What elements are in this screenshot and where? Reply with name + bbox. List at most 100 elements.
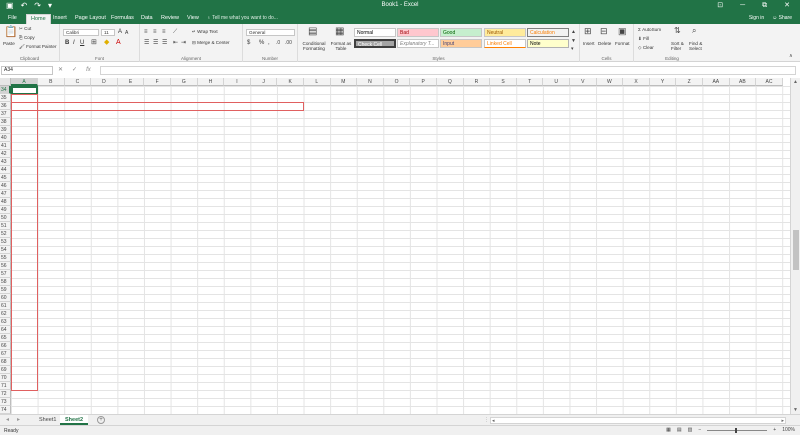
grow-font-button[interactable]: A — [118, 29, 122, 35]
column-header[interactable]: S — [490, 78, 517, 86]
column-header[interactable]: AA — [703, 78, 730, 86]
row-header[interactable]: 70 — [0, 374, 11, 382]
row-header[interactable]: 43 — [0, 158, 11, 166]
insert-cells-button[interactable]: Insert — [583, 41, 595, 46]
sheet-tab-sheet1[interactable]: Sheet1 — [34, 415, 61, 425]
row-header[interactable]: 38 — [0, 118, 11, 126]
zoom-level[interactable]: 100% — [782, 427, 795, 433]
row-header[interactable]: 57 — [0, 270, 11, 278]
column-header[interactable]: B — [38, 78, 65, 86]
column-header[interactable]: H — [197, 78, 225, 86]
row-header[interactable]: 44 — [0, 166, 11, 174]
cancel-icon[interactable]: ✕ — [58, 66, 63, 75]
column-header[interactable]: R — [463, 78, 491, 86]
row-header[interactable]: 52 — [0, 230, 11, 238]
align-middle-icon[interactable]: ≡ — [153, 28, 157, 36]
row-header[interactable]: 42 — [0, 150, 11, 158]
increase-decimal-icon[interactable]: .0 — [276, 39, 280, 47]
column-header[interactable]: A — [11, 78, 38, 86]
outdent-icon[interactable]: ⇥ — [181, 39, 186, 47]
row-header[interactable]: 61 — [0, 302, 11, 310]
column-header[interactable]: D — [91, 78, 118, 86]
row-header[interactable]: 37 — [0, 110, 11, 118]
row-header[interactable]: 40 — [0, 134, 11, 142]
column-header[interactable]: T — [516, 78, 544, 86]
row-header[interactable]: 72 — [0, 390, 11, 398]
column-header[interactable]: E — [117, 78, 145, 86]
next-sheet-icon[interactable]: ▸ — [17, 416, 20, 423]
tab-formulas[interactable]: Formulas — [107, 14, 138, 23]
row-header[interactable]: 66 — [0, 342, 11, 350]
decrease-decimal-icon[interactable]: .00 — [285, 39, 292, 47]
format-cells-icon[interactable]: ▣ — [618, 27, 627, 36]
vertical-scroll-thumb[interactable] — [793, 230, 799, 270]
cut-button[interactable]: ✂ Cut — [19, 26, 31, 32]
row-header[interactable]: 69 — [0, 366, 11, 374]
column-header[interactable]: Y — [649, 78, 677, 86]
styles-more-icon[interactable]: ▾ — [571, 45, 574, 53]
column-header[interactable]: M — [330, 78, 358, 86]
format-as-table-button[interactable]: Format as Table — [329, 41, 353, 51]
tab-page-layout[interactable]: Page Layout — [71, 14, 110, 23]
row-header[interactable]: 65 — [0, 334, 11, 342]
zoom-in-button[interactable]: + — [773, 427, 776, 433]
row-header[interactable]: 71 — [0, 382, 11, 390]
scroll-right-icon[interactable]: ▸ — [781, 418, 784, 424]
styles-scroll-up-icon[interactable]: ▲ — [571, 28, 576, 36]
ribbon-display-options-icon[interactable]: ⊡ — [717, 0, 723, 12]
align-right-icon[interactable]: ☰ — [162, 39, 167, 47]
insert-cells-icon[interactable]: ⊞ — [584, 27, 592, 36]
row-header[interactable]: 48 — [0, 198, 11, 206]
row-header[interactable]: 47 — [0, 190, 11, 198]
format-painter-button[interactable]: 🖌 Format Painter — [19, 44, 57, 50]
number-format-select[interactable]: General — [246, 29, 295, 36]
restore-icon[interactable]: ⧉ — [762, 0, 767, 12]
style-note[interactable]: Note — [527, 39, 569, 48]
sign-in-link[interactable]: Sign in — [749, 15, 764, 21]
style-linked-cell[interactable]: Linked Cell — [484, 39, 526, 48]
row-header[interactable]: 56 — [0, 262, 11, 270]
style-calculation[interactable]: Calculation — [527, 28, 569, 37]
styles-scroll-down-icon[interactable]: ▼ — [571, 37, 576, 45]
conditional-formatting-button[interactable]: Conditional Formatting — [300, 41, 328, 51]
row-header[interactable]: 45 — [0, 174, 11, 182]
fill-color-icon[interactable]: ◆ — [104, 39, 109, 47]
italic-button[interactable]: I — [73, 40, 75, 46]
row-header[interactable]: 67 — [0, 350, 11, 358]
row-header[interactable]: 41 — [0, 142, 11, 150]
column-header[interactable]: W — [596, 78, 624, 86]
row-header[interactable]: 60 — [0, 294, 11, 302]
tab-file[interactable]: File — [4, 14, 21, 23]
page-break-view-icon[interactable]: ▥ — [688, 427, 693, 433]
column-header[interactable]: C — [64, 78, 92, 86]
orientation-icon[interactable]: ⟋ — [173, 28, 177, 36]
page-layout-view-icon[interactable]: ▤ — [677, 427, 682, 433]
style-check-cell[interactable]: Check Cell — [354, 39, 396, 48]
clear-button[interactable]: ◇ Clear — [638, 45, 654, 51]
style-bad[interactable]: Bad — [397, 28, 439, 37]
vertical-scrollbar[interactable]: ▲ ▼ — [790, 78, 800, 414]
column-header[interactable]: P — [410, 78, 437, 86]
align-center-icon[interactable]: ☰ — [153, 39, 158, 47]
align-top-icon[interactable]: ≡ — [144, 28, 148, 36]
add-sheet-icon[interactable]: + — [97, 416, 105, 424]
collapse-ribbon-icon[interactable]: ∧ — [789, 52, 793, 60]
sheet-tab-sheet2[interactable]: Sheet2 — [60, 415, 89, 425]
tab-view[interactable]: View — [183, 14, 203, 23]
column-header[interactable]: L — [304, 78, 331, 86]
comma-button[interactable]: , — [268, 40, 270, 46]
row-header[interactable]: 68 — [0, 358, 11, 366]
prev-sheet-icon[interactable]: ◂ — [6, 416, 9, 423]
align-left-icon[interactable]: ☰ — [144, 39, 149, 47]
sort-filter-icon[interactable]: ⇅ — [674, 27, 681, 35]
row-header[interactable]: 50 — [0, 214, 11, 222]
column-header[interactable]: O — [383, 78, 411, 86]
font-size-select[interactable]: 11 — [101, 29, 115, 36]
bold-button[interactable]: B — [65, 40, 69, 46]
tell-me-search[interactable]: ♁ Tell me what you want to do... — [207, 15, 278, 21]
tab-insert[interactable]: Insert — [49, 14, 71, 23]
cell-grid[interactable] — [11, 86, 790, 414]
horizontal-scrollbar[interactable]: ◂ ▸ — [490, 417, 786, 424]
style-input[interactable]: Input — [440, 39, 482, 48]
insert-function-icon[interactable]: fx — [86, 66, 91, 75]
